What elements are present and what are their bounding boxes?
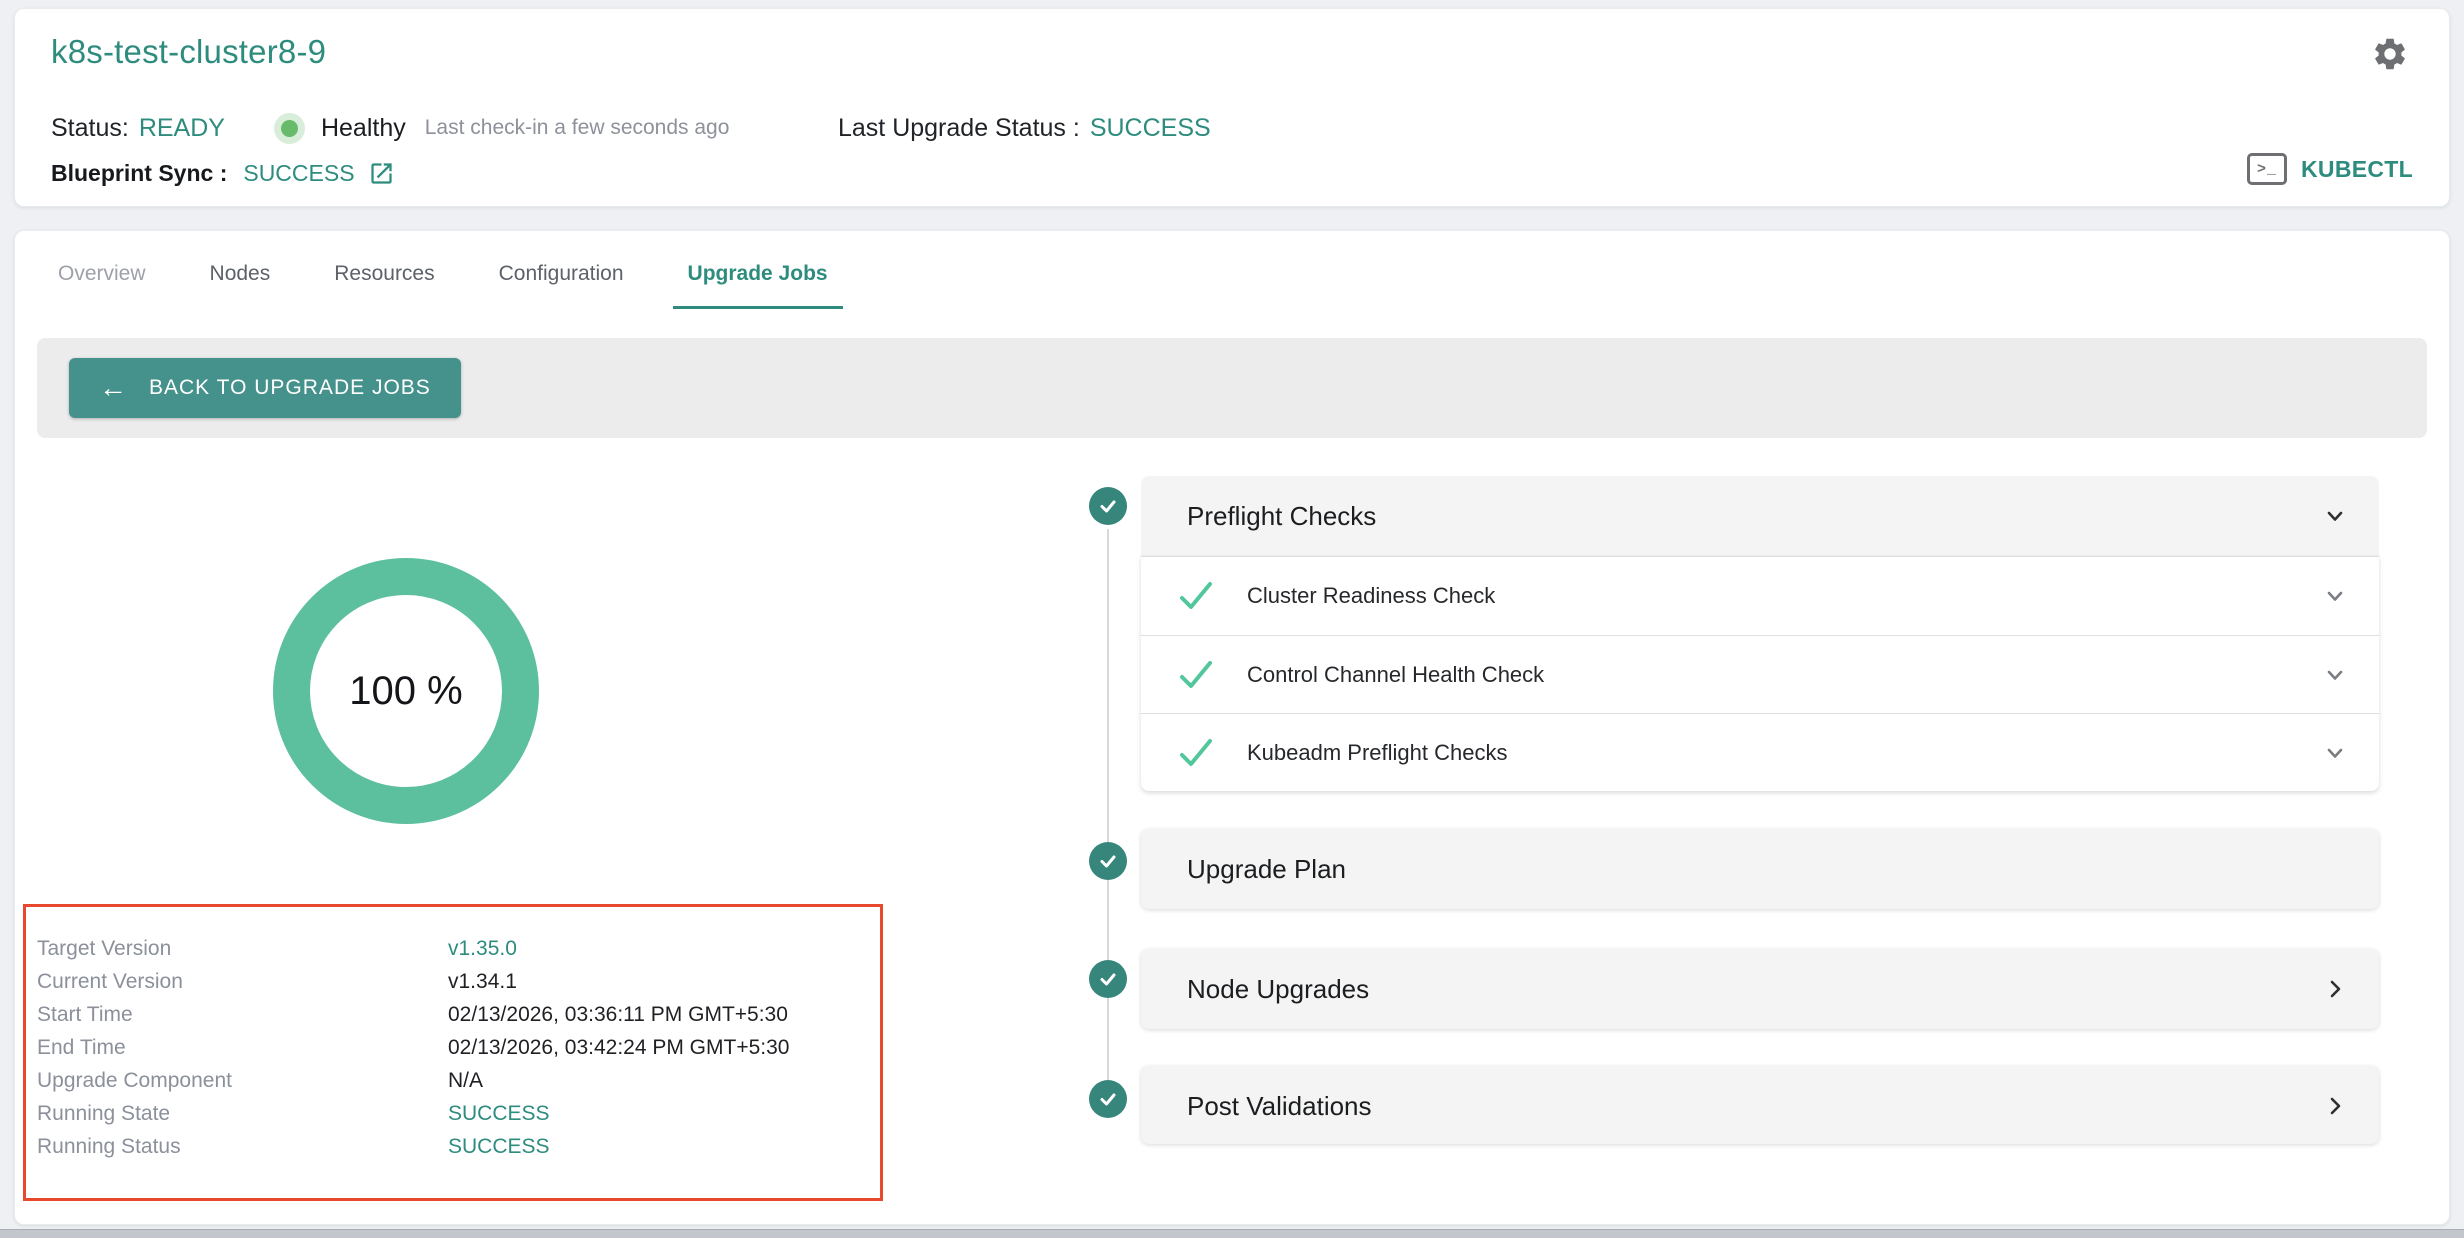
detail-value: SUCCESS — [448, 1135, 550, 1159]
detail-row: Running Status SUCCESS — [26, 1130, 880, 1163]
stage-header-upgrade-plan[interactable]: Upgrade Plan — [1141, 829, 2379, 909]
back-arrow-icon: ← — [99, 374, 127, 402]
last-checkin-text: Last check-in a few seconds ago — [425, 116, 730, 140]
upgrade-progress-donut: 100 % — [273, 558, 539, 824]
kubectl-button[interactable]: >_ KUBECTL — [2247, 147, 2413, 191]
tab-bar: Overview Nodes Resources Configuration U… — [43, 245, 877, 309]
stage-panel-post-validations: Post Validations — [1141, 1066, 2379, 1144]
chevron-right-icon[interactable] — [2321, 1092, 2349, 1120]
tab-upgrade-jobs[interactable]: Upgrade Jobs — [673, 245, 843, 309]
detail-label: Running State — [26, 1102, 448, 1126]
stage-title: Upgrade Plan — [1187, 854, 1346, 885]
preflight-checks-list: Cluster Readiness Check Control Channel … — [1141, 556, 2379, 791]
progress-percent: 100 % — [349, 669, 462, 714]
tab-resources[interactable]: Resources — [319, 245, 449, 309]
detail-value: v1.35.0 — [448, 937, 517, 961]
detail-row: Target Version v1.35.0 — [26, 932, 880, 965]
stage-header-node-upgrades[interactable]: Node Upgrades — [1141, 949, 2379, 1029]
stage-success-check-circle-icon — [1089, 960, 1127, 998]
external-link-icon[interactable] — [368, 160, 395, 187]
stage-title: Preflight Checks — [1187, 501, 1376, 532]
chevron-down-icon[interactable] — [2321, 582, 2349, 610]
health-label: Healthy — [321, 114, 406, 143]
detail-label: Upgrade Component — [26, 1069, 448, 1093]
detail-row: Running State SUCCESS — [26, 1097, 880, 1130]
detail-row: End Time 02/13/2026, 03:42:24 PM GMT+5:3… — [26, 1031, 880, 1064]
stage-panel-node-upgrades: Node Upgrades — [1141, 949, 2379, 1029]
chevron-down-icon[interactable] — [2321, 739, 2349, 767]
detail-label: Current Version — [26, 970, 448, 994]
status-label: Status: — [51, 114, 129, 143]
upgrade-job-details: Target Version v1.35.0 Current Version v… — [23, 904, 883, 1201]
detail-value: SUCCESS — [448, 1102, 550, 1126]
tab-configuration[interactable]: Configuration — [484, 245, 639, 309]
blueprint-sync-row: Blueprint Sync : SUCCESS — [51, 155, 395, 191]
upgrade-jobs-toolbar: ← BACK TO UPGRADE JOBS — [37, 338, 2427, 438]
check-item-control-channel-health[interactable]: Control Channel Health Check — [1141, 635, 2379, 713]
chevron-down-icon[interactable] — [2321, 502, 2349, 530]
detail-value: N/A — [448, 1069, 483, 1093]
last-upgrade-label: Last Upgrade Status : — [838, 114, 1080, 143]
stage-panel-upgrade-plan: Upgrade Plan — [1141, 829, 2379, 909]
last-upgrade-status: Last Upgrade Status : SUCCESS — [838, 110, 1211, 146]
detail-label: Running Status — [26, 1135, 448, 1159]
horizontal-scrollbar[interactable] — [0, 1229, 2464, 1238]
detail-row: Start Time 02/13/2026, 03:36:11 PM GMT+5… — [26, 998, 880, 1031]
detail-label: Target Version — [26, 937, 448, 961]
detail-row: Upgrade Component N/A — [26, 1064, 880, 1097]
cluster-content-card: Overview Nodes Resources Configuration U… — [14, 230, 2450, 1225]
check-icon — [1177, 658, 1215, 692]
stage-header-post-validations[interactable]: Post Validations — [1141, 1066, 2379, 1146]
stage-title: Node Upgrades — [1187, 974, 1369, 1005]
check-item-label: Kubeadm Preflight Checks — [1247, 740, 1507, 766]
page-title: k8s-test-cluster8-9 — [51, 33, 326, 71]
check-item-label: Control Channel Health Check — [1247, 662, 1544, 688]
chevron-right-icon[interactable] — [2321, 975, 2349, 1003]
status-value: READY — [139, 114, 225, 143]
back-button-label: BACK TO UPGRADE JOBS — [149, 376, 431, 400]
status-row: Status: READY Healthy Last check-in a fe… — [51, 110, 729, 146]
detail-label: Start Time — [26, 1003, 448, 1027]
back-to-upgrade-jobs-button[interactable]: ← BACK TO UPGRADE JOBS — [69, 358, 461, 418]
detail-label: End Time — [26, 1036, 448, 1060]
chevron-down-icon[interactable] — [2321, 661, 2349, 689]
settings-gear-icon[interactable] — [2371, 35, 2409, 73]
blueprint-sync-value[interactable]: SUCCESS — [243, 160, 354, 187]
tab-nodes[interactable]: Nodes — [195, 245, 286, 309]
stage-panel-preflight-checks: Preflight Checks — [1141, 476, 2379, 556]
detail-value: 02/13/2026, 03:36:11 PM GMT+5:30 — [448, 1003, 788, 1027]
tab-overview[interactable]: Overview — [43, 245, 161, 309]
health-dot-icon — [281, 120, 298, 137]
stage-title: Post Validations — [1187, 1091, 1372, 1122]
check-icon — [1177, 736, 1215, 770]
stage-success-check-circle-icon — [1089, 842, 1127, 880]
stage-header-preflight-checks[interactable]: Preflight Checks — [1141, 476, 2379, 556]
detail-value: v1.34.1 — [448, 970, 517, 994]
blueprint-sync-label: Blueprint Sync : — [51, 160, 227, 187]
terminal-icon: >_ — [2247, 153, 2287, 185]
check-icon — [1177, 579, 1215, 613]
last-upgrade-value: SUCCESS — [1090, 114, 1211, 143]
detail-row: Current Version v1.34.1 — [26, 965, 880, 998]
check-item-label: Cluster Readiness Check — [1247, 583, 1495, 609]
stage-success-check-circle-icon — [1089, 487, 1127, 525]
kubectl-label: KUBECTL — [2301, 156, 2413, 183]
check-item-cluster-readiness[interactable]: Cluster Readiness Check — [1141, 557, 2379, 635]
stage-success-check-circle-icon — [1089, 1080, 1127, 1118]
detail-value: 02/13/2026, 03:42:24 PM GMT+5:30 — [448, 1036, 789, 1060]
check-item-kubeadm-preflight[interactable]: Kubeadm Preflight Checks — [1141, 713, 2379, 791]
cluster-header-card: k8s-test-cluster8-9 Status: READY Health… — [14, 8, 2450, 207]
stage-timeline-line — [1107, 529, 1109, 1093]
